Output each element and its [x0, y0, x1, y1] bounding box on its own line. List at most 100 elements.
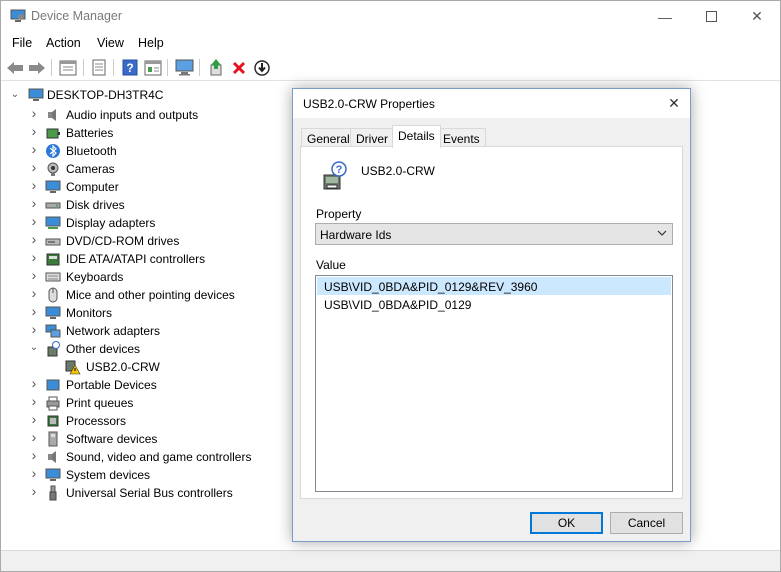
menu-file[interactable]: File [12, 36, 32, 50]
tree-item-label[interactable]: Print queues [66, 396, 133, 410]
tab-events[interactable]: Events [437, 128, 486, 147]
menu-action[interactable]: Action [46, 36, 81, 50]
tree-item-label[interactable]: Bluetooth [66, 144, 117, 158]
printer-icon [46, 396, 60, 411]
warning-device-icon [65, 360, 81, 375]
tree-item-label[interactable]: IDE ATA/ATAPI controllers [66, 252, 205, 266]
expand-arrow-icon[interactable]: › [29, 412, 39, 426]
tree-item-label[interactable]: Portable Devices [66, 378, 157, 392]
tree-item-label[interactable]: Other devices [66, 342, 140, 356]
value-listbox[interactable]: USB\VID_0BDA&PID_0129&REV_3960 USB\VID_0… [315, 275, 673, 492]
property-dropdown-value: Hardware Ids [320, 228, 392, 242]
expand-arrow-icon[interactable]: › [29, 304, 39, 318]
expand-arrow-icon[interactable]: › [29, 448, 39, 462]
tree-item-label[interactable]: DVD/CD-ROM drives [66, 234, 179, 248]
tab-general[interactable]: General [301, 128, 356, 147]
dvd-icon [45, 238, 61, 246]
unknown-device-icon [47, 341, 60, 357]
ok-button[interactable]: OK [530, 512, 603, 534]
svg-text:?: ? [336, 164, 343, 176]
update-driver-button[interactable] [206, 58, 226, 77]
tree-item-label[interactable]: Sound, video and game controllers [66, 450, 251, 464]
expand-arrow-icon[interactable]: › [29, 322, 39, 336]
expand-arrow-icon[interactable]: › [29, 430, 39, 444]
tab-driver[interactable]: Driver [350, 128, 394, 147]
value-list-item[interactable]: USB\VID_0BDA&PID_0129 [317, 295, 671, 313]
expand-arrow-icon[interactable]: › [29, 196, 39, 210]
show-hide-tree-button[interactable] [58, 58, 78, 77]
expand-arrow-icon[interactable]: › [29, 124, 39, 138]
expand-arrow-icon[interactable]: › [29, 160, 39, 174]
close-icon: ✕ [668, 95, 680, 111]
expand-arrow-icon[interactable]: › [29, 250, 39, 264]
expand-arrow-icon[interactable]: › [29, 178, 39, 192]
expand-arrow-icon[interactable]: › [29, 484, 39, 498]
toolbar: ? [1, 54, 780, 81]
expand-arrow-icon[interactable]: › [29, 376, 39, 390]
tree-item-label[interactable]: Audio inputs and outputs [66, 108, 198, 122]
tree-item-label[interactable]: Cameras [66, 162, 115, 176]
expand-arrow-icon[interactable]: › [29, 466, 39, 480]
disk-icon [45, 202, 61, 209]
tree-item-label[interactable]: Computer [66, 180, 119, 194]
sound-icon [48, 451, 56, 463]
keyboard-icon [45, 272, 61, 282]
menu-view[interactable]: View [97, 36, 124, 50]
maximize-icon [705, 11, 717, 22]
property-dropdown[interactable]: Hardware Ids [315, 223, 673, 245]
tree-item-label[interactable]: Keyboards [66, 270, 123, 284]
ide-icon [46, 253, 60, 266]
tree-item-label[interactable]: System devices [66, 468, 150, 482]
maximize-button[interactable] [688, 1, 734, 32]
collapse-arrow-icon[interactable]: ⌄ [10, 90, 20, 100]
menu-help[interactable]: Help [138, 36, 164, 50]
expand-arrow-icon[interactable]: › [29, 232, 39, 246]
battery-icon [46, 128, 60, 139]
uninstall-device-button[interactable] [229, 58, 249, 77]
usb-icon [49, 485, 57, 501]
software-icon [48, 431, 58, 447]
tree-item-label[interactable]: Display adapters [66, 216, 155, 230]
status-bar [1, 550, 780, 571]
tree-item-label[interactable]: Batteries [66, 126, 113, 140]
tree-item-label[interactable]: Processors [66, 414, 126, 428]
tree-item-label[interactable]: USB2.0-CRW [86, 360, 160, 374]
help-button[interactable]: ? [120, 58, 140, 77]
mouse-icon [48, 287, 58, 303]
show-hide-tree-icon [59, 60, 77, 75]
tree-item-label[interactable]: Disk drives [66, 198, 125, 212]
tree-item-label[interactable]: Network adapters [66, 324, 160, 338]
tree-item-label[interactable]: Monitors [66, 306, 112, 320]
uninstall-x-icon [232, 61, 246, 74]
forward-button[interactable] [27, 58, 47, 77]
cancel-button[interactable]: Cancel [610, 512, 683, 534]
cpu-icon [47, 415, 59, 427]
enable-device-button[interactable] [252, 58, 272, 77]
expand-arrow-icon[interactable]: › [29, 106, 39, 120]
display-icon [45, 216, 61, 229]
expand-arrow-icon[interactable]: › [29, 286, 39, 300]
tree-item-label[interactable]: Mice and other pointing devices [66, 288, 235, 302]
collapse-arrow-icon[interactable]: ⌄ [29, 343, 39, 353]
value-list-item[interactable]: USB\VID_0BDA&PID_0129&REV_3960 [317, 277, 671, 295]
expand-arrow-icon[interactable]: › [29, 394, 39, 408]
tree-item-label[interactable]: Universal Serial Bus controllers [66, 486, 233, 500]
expand-arrow-icon[interactable]: › [29, 142, 39, 156]
scan-hardware-button[interactable] [174, 58, 194, 77]
tab-details[interactable]: Details [392, 125, 441, 148]
properties-button[interactable] [89, 58, 109, 77]
title-bar: Device Manager — ✕ [1, 1, 780, 32]
expand-arrow-icon[interactable]: › [29, 268, 39, 282]
bluetooth-icon [46, 144, 60, 158]
update-view-button[interactable] [143, 58, 163, 77]
close-button[interactable]: ✕ [734, 1, 780, 32]
tree-root-label[interactable]: DESKTOP-DH3TR4C [47, 88, 163, 102]
tree-item-label[interactable]: Software devices [66, 432, 157, 446]
unknown-device-icon: ? [323, 161, 347, 190]
minimize-button[interactable]: — [642, 1, 688, 32]
expand-arrow-icon[interactable]: › [29, 214, 39, 228]
forward-arrow-icon [29, 61, 45, 74]
back-button[interactable] [5, 58, 25, 77]
close-icon: ✕ [751, 8, 763, 24]
dialog-close-button[interactable]: ✕ [658, 89, 690, 118]
